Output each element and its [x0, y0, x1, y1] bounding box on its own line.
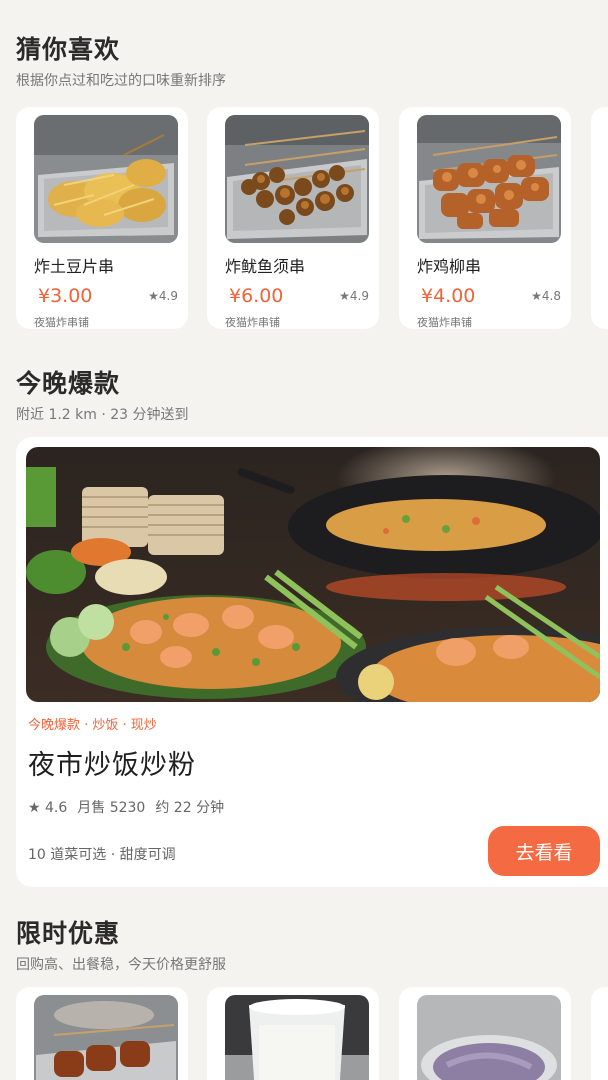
section-subtitle-deals: 回购高、出餐稳，今天价格更舒服 [16, 957, 226, 973]
product-card[interactable] [591, 987, 608, 1080]
product-card[interactable]: 炸鱿鱼须串 ¥6.00 ★4.9 夜猫炸串铺 [207, 107, 379, 329]
product-card[interactable] [399, 987, 571, 1080]
shop-name: 夜猫炸串铺 [34, 316, 89, 329]
product-card[interactable] [16, 987, 188, 1080]
page: 猜你喜欢 根据你点过和吃过的口味重新排序 炸土豆片串 ¥3.00 ★4.9 夜猫… [0, 0, 608, 1080]
feature-sales: 月售 5230 [77, 800, 146, 816]
featured-dish-card[interactable]: 今晚爆款 · 炒饭 · 现炒 夜市炒饭炒粉 ★ 4.6 月售 5230 约 22 分… [16, 437, 608, 887]
product-price: ¥6.00 [229, 285, 284, 307]
product-card[interactable] [207, 987, 379, 1080]
feature-eta: 约 22 分钟 [155, 800, 225, 816]
feature-options: 10 道菜可选 · 甜度可调 [28, 847, 176, 863]
product-image-drink [225, 995, 369, 1080]
product-price: ¥4.00 [421, 285, 476, 307]
product-name: 炸鸡柳串 [417, 257, 482, 276]
section-title-deals: 限时优惠 [16, 919, 121, 948]
product-name: 炸土豆片串 [34, 257, 115, 276]
product-image-squid [225, 115, 369, 243]
feature-rating: ★ 4.6 [28, 800, 68, 816]
section-title-tonight: 今晚爆款 [16, 369, 121, 398]
guess-carousel[interactable]: 炸土豆片串 ¥3.00 ★4.9 夜猫炸串铺 炸鱿鱼须串 ¥6.00 ★4.9 … [16, 107, 608, 329]
product-rating: ★4.8 [531, 289, 561, 303]
feature-title: 夜市炒饭炒粉 [28, 750, 196, 781]
product-rating: ★4.9 [148, 289, 178, 303]
product-card[interactable]: 炸鸡柳串 ¥4.00 ★4.8 夜猫炸串铺 [399, 107, 571, 329]
product-rating: ★4.9 [339, 289, 369, 303]
feature-meta: ★ 4.6 月售 5230 约 22 分钟 [28, 797, 234, 817]
section-subtitle-tonight: 附近 1.2 km · 23 分钟送到 [16, 407, 189, 423]
product-price: ¥3.00 [38, 285, 93, 307]
shop-name: 夜猫炸串铺 [225, 316, 280, 329]
shop-name: 夜猫炸串铺 [417, 316, 472, 329]
product-image-dish [417, 995, 561, 1080]
product-image-skewers [34, 995, 178, 1080]
deals-carousel[interactable] [16, 987, 608, 1080]
product-card[interactable] [591, 107, 608, 329]
product-name: 炸鱿鱼须串 [225, 257, 306, 276]
section-subtitle-guess: 根据你点过和吃过的口味重新排序 [16, 73, 226, 89]
featured-dish-image [26, 447, 600, 702]
go-see-button[interactable]: 去看看 [488, 826, 600, 876]
feature-tags: 今晚爆款 · 炒饭 · 现炒 [28, 718, 157, 733]
product-image-potato [34, 115, 178, 243]
product-image-chicken [417, 115, 561, 243]
section-title-guess: 猜你喜欢 [16, 35, 121, 64]
product-card[interactable]: 炸土豆片串 ¥3.00 ★4.9 夜猫炸串铺 [16, 107, 188, 329]
